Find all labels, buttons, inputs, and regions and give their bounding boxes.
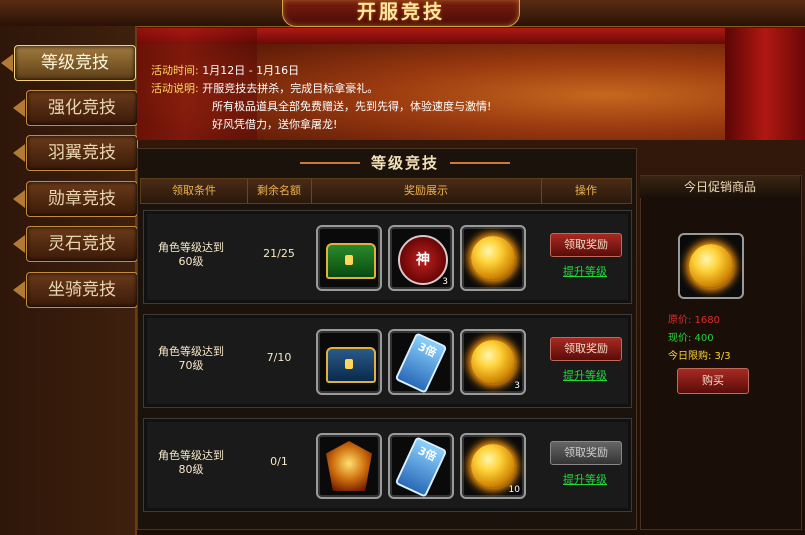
buy-button[interactable]: 购买: [677, 368, 749, 394]
item-count: 10: [508, 485, 520, 495]
golden-orb-icon: [471, 444, 515, 488]
claim-reward-button[interactable]: 领取奖励: [550, 337, 622, 361]
reward-slot[interactable]: [316, 433, 382, 499]
current-price: 现价: 400: [668, 333, 714, 344]
title-bar: 开服竞技: [0, 0, 805, 27]
event-desc-line: 好风凭借力，送你拿屠龙!: [212, 118, 338, 131]
claim-reward-button[interactable]: 领取奖励: [550, 441, 622, 465]
sidebar-item-level[interactable]: 等级竞技: [1, 45, 136, 81]
upgrade-level-link[interactable]: 提升等级: [550, 263, 620, 279]
table-row: 角色等级达到80级 0/1 3倍 10 领取奖励 提升等级: [143, 418, 632, 512]
purchase-limit: 今日限购: 3/3: [668, 351, 731, 362]
golden-orb-icon: [689, 244, 733, 288]
chest-icon: [326, 243, 376, 279]
event-desc-line: 所有极品道具全部免费赠送，先到先得，体验速度与激情!: [212, 100, 492, 113]
title-plate: 开服竞技: [282, 0, 520, 27]
row-condition: 角色等级达到80级: [158, 449, 224, 476]
sidebar-item-wing[interactable]: 羽翼竞技: [13, 135, 138, 171]
divine-badge-icon: 神: [398, 235, 448, 285]
claim-reward-button[interactable]: 领取奖励: [550, 233, 622, 257]
chest-icon: [326, 347, 376, 383]
header-remaining: 剩余名额: [247, 179, 312, 203]
event-banner: 活动时间: 1月12日 - 1月16日 活动说明: 开服竞技去拼杀，完成目标拿豪…: [137, 28, 805, 140]
sidebar-item-label: 强化竞技: [48, 98, 116, 118]
event-desc-label: 活动说明:: [151, 82, 199, 95]
shop-item-slot[interactable]: [678, 233, 744, 299]
reward-slot[interactable]: 3倍: [388, 433, 454, 499]
header-operation: 操作: [575, 184, 597, 197]
original-price: 原价: 1680: [668, 315, 720, 326]
sidebar-item-spirit-stone[interactable]: 灵石竞技: [13, 226, 138, 262]
golden-orb-icon: [471, 236, 515, 280]
sidebar-item-label: 羽翼竞技: [48, 143, 116, 163]
reward-slot[interactable]: [460, 225, 526, 291]
reward-slot[interactable]: 神3: [388, 225, 454, 291]
table-header: 领取条件 剩余名额 奖励展示 操作: [140, 178, 632, 204]
page-title: 开服竞技: [356, 1, 445, 23]
sidebar-item-label: 等级竞技: [41, 53, 109, 73]
sidebar-item-label: 灵石竞技: [48, 234, 116, 254]
row-condition: 角色等级达到60级: [158, 241, 224, 268]
row-condition: 角色等级达到70级: [158, 345, 224, 372]
event-desc-line: 开服竞技去拼杀，完成目标拿豪礼。: [202, 82, 379, 95]
upgrade-level-link[interactable]: 提升等级: [550, 367, 620, 383]
event-time-value: 1月12日 - 1月16日: [202, 64, 300, 77]
sidebar-item-label: 勋章竞技: [48, 189, 116, 209]
upgrade-level-link[interactable]: 提升等级: [550, 471, 620, 487]
reward-slot[interactable]: [316, 225, 382, 291]
golden-armor-icon: [326, 441, 372, 491]
sidebar-item-mount[interactable]: 坐骑竞技: [13, 272, 138, 308]
item-count: 3: [514, 381, 520, 391]
event-time-label: 活动时间:: [151, 64, 199, 77]
triple-card-icon: 3倍: [394, 332, 448, 394]
table-row: 角色等级达到70级 7/10 3倍 3 领取奖励 提升等级: [143, 314, 632, 408]
row-remaining: 0/1: [270, 455, 288, 468]
triple-card-icon: 3倍: [394, 436, 448, 498]
row-remaining: 21/25: [263, 247, 295, 260]
reward-slot[interactable]: 3倍: [388, 329, 454, 395]
reward-slot[interactable]: 10: [460, 433, 526, 499]
golden-orb-icon: [471, 340, 515, 384]
sidebar-item-label: 坐骑竞技: [48, 280, 116, 300]
section-title: 等级竞技: [260, 152, 550, 174]
sidebar-item-enhance[interactable]: 强化竞技: [13, 90, 138, 126]
event-info: 活动时间: 1月12日 - 1月16日 活动说明: 开服竞技去拼杀，完成目标拿豪…: [151, 62, 491, 134]
header-rewards: 奖励展示: [311, 179, 542, 203]
sidebar-item-medal[interactable]: 勋章竞技: [13, 181, 138, 217]
curtain-decoration: [725, 28, 805, 140]
shop-title: 今日促销商品: [640, 176, 800, 198]
reward-slot[interactable]: 3: [460, 329, 526, 395]
row-remaining: 7/10: [266, 351, 292, 364]
header-condition: 领取条件: [141, 179, 248, 203]
reward-slot[interactable]: [316, 329, 382, 395]
table-row: 角色等级达到60级 21/25 神3 领取奖励 提升等级: [143, 210, 632, 304]
section-title-text: 等级竞技: [370, 154, 439, 172]
item-count: 3: [442, 277, 448, 287]
